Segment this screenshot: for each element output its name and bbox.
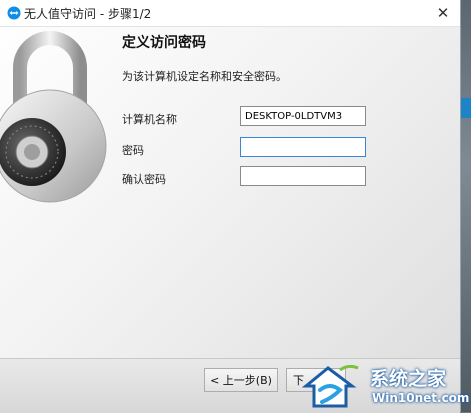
unattended-access-dialog: 无人值守访问 - 步骤1/2 ✕ 定义访问密码 为该计算机设定名称和安全密码。 … bbox=[0, 0, 461, 413]
confirm-password-input[interactable] bbox=[240, 166, 366, 186]
desktop-accent bbox=[461, 98, 471, 118]
title-bar: 无人值守访问 - 步骤1/2 ✕ bbox=[0, 0, 460, 27]
desktop-background bbox=[461, 0, 471, 412]
page-heading: 定义访问密码 bbox=[122, 35, 206, 51]
computer-name-label: 计算机名称 bbox=[122, 113, 177, 126]
back-button[interactable]: < 上一步(B) bbox=[204, 368, 278, 392]
password-input[interactable] bbox=[240, 137, 366, 157]
close-icon[interactable]: ✕ bbox=[426, 0, 460, 26]
teamviewer-icon bbox=[7, 6, 21, 20]
watermark-url: Win10net.com bbox=[372, 391, 470, 405]
padlock-icon bbox=[0, 31, 107, 203]
computer-name-input[interactable] bbox=[240, 106, 366, 126]
window-title: 无人值守访问 - 步骤1/2 bbox=[24, 7, 152, 21]
confirm-password-label: 确认密码 bbox=[122, 173, 166, 186]
password-label: 密码 bbox=[122, 144, 144, 157]
page-subtitle: 为该计算机设定名称和安全密码。 bbox=[122, 70, 287, 83]
watermark-brand: 系统之家 bbox=[370, 368, 447, 390]
